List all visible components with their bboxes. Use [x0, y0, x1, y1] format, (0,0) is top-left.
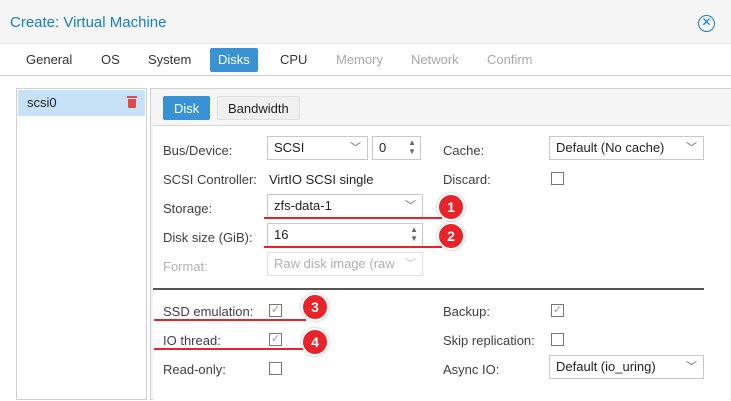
subtab-disk[interactable]: Disk	[163, 96, 211, 120]
io-thread-label: IO thread:	[163, 333, 221, 348]
annotation-underline-ssd	[154, 319, 306, 321]
trash-icon[interactable]	[127, 96, 137, 108]
scsi-controller-label: SCSI Controller:	[163, 172, 257, 187]
skip-replication-checkbox[interactable]	[551, 333, 564, 346]
annotation-underline-io-thread	[154, 348, 306, 350]
format-label: Format:	[163, 259, 208, 274]
annotation-marker-4: 4	[301, 328, 329, 356]
spinner-icon: ▲ ▼	[410, 225, 418, 243]
bus-select[interactable]: SCSI ﹀	[267, 136, 368, 160]
chevron-down-icon: ﹀	[350, 142, 361, 154]
discard-checkbox[interactable]	[551, 172, 564, 185]
disk-list-item[interactable]: scsi0	[18, 90, 145, 116]
discard-label: Discard:	[443, 172, 491, 187]
dialog-titlebar: Create: Virtual Machine ✕	[0, 0, 731, 44]
disk-list: scsi0	[16, 88, 147, 400]
async-io-label: Async IO:	[443, 362, 500, 377]
tab-disks[interactable]: Disks	[210, 48, 258, 72]
disk-form: Bus/Device: SCSI ﹀ 0 ▲ ▼ SCSI Controller:…	[153, 125, 730, 401]
storage-select[interactable]: zfs-data-1 ﹀	[267, 194, 423, 218]
tab-os[interactable]: OS	[93, 48, 128, 72]
tab-cpu[interactable]: CPU	[272, 48, 315, 72]
backup-checkbox[interactable]: ✓	[551, 304, 564, 317]
chevron-down-icon: ﹀	[686, 142, 697, 154]
ssd-emulation-checkbox[interactable]: ✓	[269, 304, 282, 317]
annotation-underline-storage	[264, 217, 442, 219]
async-io-select[interactable]: Default (io_uring) ﹀	[549, 355, 704, 379]
chevron-down-icon: ﹀	[686, 361, 697, 373]
scsi-controller-value: VirtIO SCSI single	[269, 172, 374, 187]
read-only-label: Read-only:	[163, 362, 226, 377]
tab-memory: Memory	[336, 52, 383, 67]
dialog-title: Create: Virtual Machine	[10, 14, 167, 31]
backup-label: Backup:	[443, 304, 490, 319]
section-divider	[153, 288, 704, 290]
tab-general[interactable]: General	[18, 48, 80, 72]
cache-label: Cache:	[443, 143, 485, 158]
skip-replication-label: Skip replication:	[443, 333, 535, 348]
cache-select[interactable]: Default (No cache) ﹀	[549, 136, 704, 160]
disk-size-field[interactable]: 16 ▲ ▼	[267, 223, 423, 247]
io-thread-checkbox[interactable]: ✓	[269, 333, 282, 346]
annotation-marker-2: 2	[437, 222, 465, 250]
read-only-checkbox[interactable]	[269, 362, 282, 375]
annotation-underline-disk-size	[264, 246, 442, 248]
format-select: Raw disk image (raw ﹀	[267, 252, 423, 276]
wizard-tabbar: General OS System Disks CPU Memory Netwo…	[0, 44, 731, 76]
close-icon[interactable]: ✕	[698, 15, 715, 32]
spinner-icon: ▲ ▼	[408, 138, 416, 156]
disk-size-label: Disk size (GiB):	[163, 230, 253, 245]
tab-system[interactable]: System	[140, 48, 199, 72]
disk-list-item-label: scsi0	[27, 95, 57, 110]
device-stepper[interactable]: 0 ▲ ▼	[372, 136, 421, 160]
annotation-marker-3: 3	[301, 293, 329, 321]
bus-device-label: Bus/Device:	[163, 143, 233, 158]
chevron-down-icon: ﹀	[405, 200, 416, 212]
subtab-bandwidth[interactable]: Bandwidth	[217, 96, 300, 120]
ssd-emulation-label: SSD emulation:	[163, 304, 254, 319]
tab-network: Network	[411, 52, 459, 67]
storage-label: Storage:	[163, 201, 213, 216]
chevron-down-icon: ﹀	[403, 253, 416, 275]
annotation-marker-1: 1	[437, 193, 465, 221]
tab-confirm: Confirm	[487, 52, 533, 67]
